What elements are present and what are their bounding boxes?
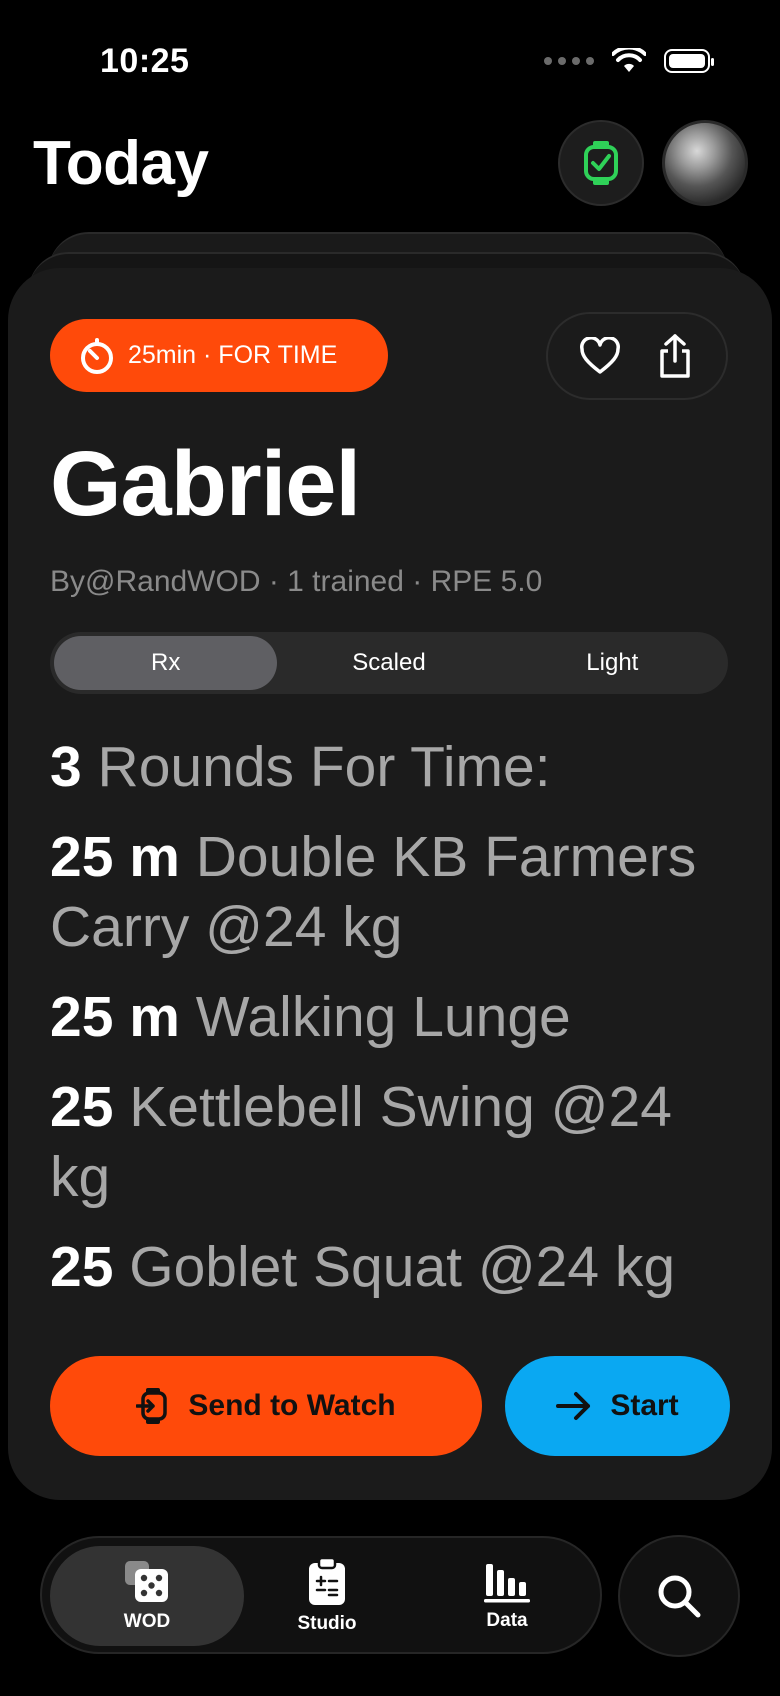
clipboard-icon	[309, 1557, 345, 1605]
wod-name: Gabriel	[50, 433, 361, 535]
arrow-right-icon	[556, 1392, 591, 1420]
tab-studio[interactable]: Studio	[252, 1546, 402, 1646]
watch-status-button[interactable]	[558, 120, 644, 206]
timer-icon	[81, 337, 113, 374]
workout-line: 25 Kettlebell Swing @24 kg	[50, 1072, 740, 1212]
workout-line: 3 Rounds For Time:	[50, 732, 740, 802]
tab-data[interactable]: Data	[432, 1546, 582, 1646]
workout-qty: 25 m	[50, 985, 180, 1049]
card-actions	[546, 312, 728, 400]
workout-line: 25 Goblet Squat @24 kg	[50, 1232, 740, 1302]
send-to-watch-icon	[136, 1388, 168, 1424]
favorite-button[interactable]	[570, 326, 630, 386]
workout-qty: 3	[50, 735, 82, 799]
battery-icon	[664, 49, 714, 73]
workout-qty: 25	[50, 1075, 114, 1139]
watch-check-icon	[584, 141, 618, 185]
timer-badge-label: 25min · FOR TIME	[128, 341, 338, 369]
workout-description: 3 Rounds For Time: 25 m Double KB Farmer…	[50, 732, 740, 1322]
status-time: 10:25	[100, 42, 190, 80]
workout-text: Walking Lunge	[195, 985, 571, 1049]
status-bar: 10:25	[0, 0, 780, 120]
page-title: Today	[33, 129, 209, 198]
segment-light[interactable]: Light	[501, 636, 724, 690]
segment-rx[interactable]: Rx	[54, 636, 278, 690]
scaling-segmented-control: Rx Scaled Light	[50, 632, 728, 694]
tab-bar: WOD Studio Data	[40, 1536, 602, 1654]
workout-text: Rounds For Time:	[97, 735, 551, 799]
timer-badge: 25min · FOR TIME	[50, 319, 388, 392]
search-icon	[658, 1575, 701, 1618]
avatar[interactable]	[662, 120, 748, 206]
workout-line: 25 m Walking Lunge	[50, 982, 740, 1052]
search-button[interactable]	[618, 1535, 740, 1657]
workout-qty: 25	[50, 1235, 114, 1299]
send-to-watch-label: Send to Watch	[188, 1389, 396, 1422]
bar-chart-icon	[484, 1564, 530, 1603]
wod-meta: By@RandWOD · 1 trained · RPE 5.0	[50, 565, 543, 598]
tab-studio-label: Studio	[297, 1613, 357, 1634]
segment-scaled[interactable]: Scaled	[277, 636, 500, 690]
heart-icon	[579, 337, 620, 374]
workout-line: 25 m Double KB Farmers Carry @24 kg	[50, 822, 740, 962]
tab-data-label: Data	[486, 1610, 528, 1631]
status-icons	[544, 48, 714, 74]
wifi-icon	[612, 48, 646, 72]
workout-qty: 25 m	[50, 825, 180, 889]
share-icon	[659, 334, 690, 378]
tab-wod-label: WOD	[123, 1611, 171, 1632]
share-button[interactable]	[645, 326, 705, 386]
start-button[interactable]: Start	[505, 1356, 730, 1456]
dice-icon	[125, 1561, 168, 1602]
workout-text: Kettlebell Swing @24 kg	[50, 1075, 672, 1209]
cellular-signal-icon	[544, 57, 594, 65]
start-label: Start	[610, 1389, 679, 1422]
tab-wod[interactable]: WOD	[50, 1546, 244, 1646]
workout-text: Goblet Squat @24 kg	[129, 1235, 676, 1299]
send-to-watch-button[interactable]: Send to Watch	[50, 1356, 482, 1456]
